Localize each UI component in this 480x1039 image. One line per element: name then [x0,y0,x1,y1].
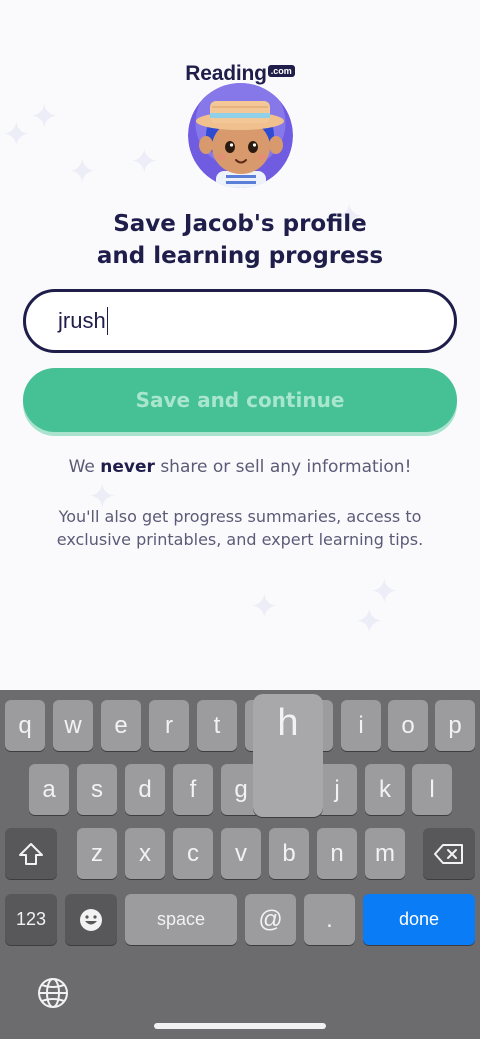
key-z[interactable]: z [77,828,117,879]
star-decoration-icon: ✦ [2,115,31,155]
child-avatar-icon [188,83,293,188]
key-j[interactable]: j [317,764,357,815]
page-title-line-2: and learning progress [96,243,384,269]
star-decoration-icon: ✦ [355,602,384,642]
username-input-value: jrush [58,308,106,333]
key-d[interactable]: d [125,764,165,815]
star-decoration-icon: ✦ [130,142,159,182]
period-key[interactable]: . [304,894,355,945]
key-t[interactable]: t [197,700,237,751]
globe-icon[interactable] [36,976,70,1010]
at-key[interactable]: @ [245,894,296,945]
username-input[interactable]: jrush [23,289,457,353]
benefits-text: You'll also get progress summaries, acce… [56,507,424,549]
page-title-line-1: Save Jacob's profile [113,211,367,237]
star-decoration-icon: ✦ [250,587,279,627]
key-l[interactable]: l [412,764,452,815]
key-a[interactable]: a [29,764,69,815]
key-q[interactable]: q [5,700,45,751]
backspace-icon [434,843,463,864]
key-i[interactable]: i [341,700,381,751]
key-m[interactable]: m [365,828,405,879]
key-w[interactable]: w [53,700,93,751]
key-c[interactable]: c [173,828,213,879]
key-v[interactable]: v [221,828,261,879]
privacy-note-prefix: We [68,457,101,477]
key-p[interactable]: p [435,700,475,751]
shift-arrow-icon [19,842,43,865]
star-decoration-icon: ✦ [68,152,97,192]
star-decoration-icon: ✦ [30,97,59,137]
key-h-pressed[interactable]: h [253,694,323,817]
key-k[interactable]: k [365,764,405,815]
key-e[interactable]: e [101,700,141,751]
save-and-continue-button[interactable]: Save and continue [23,368,457,432]
privacy-note: We never share or sell any information! [0,457,480,477]
logo-text: Reading [185,62,267,85]
backspace-key[interactable] [423,828,475,879]
key-x[interactable]: x [125,828,165,879]
emoji-icon [80,908,102,931]
signup-screen: ✦ ✦ ✦ ✦ ✦ ✦ ✦ ✦ ✦ ✦ Reading.com [0,0,480,690]
shift-key[interactable] [5,828,57,879]
home-indicator[interactable] [154,1023,326,1029]
logo-suffix: .com [267,65,295,77]
privacy-note-emphasis: never [100,457,155,477]
key-n[interactable]: n [317,828,357,879]
key-r[interactable]: r [149,700,189,751]
space-key[interactable]: space [125,894,237,945]
key-f[interactable]: f [173,764,213,815]
text-caret [106,307,109,335]
numbers-key[interactable]: 123 [5,894,57,945]
key-s[interactable]: s [77,764,117,815]
key-b[interactable]: b [269,828,309,879]
key-o[interactable]: o [388,700,428,751]
page-title: Save Jacob's profile and learning progre… [40,208,440,272]
done-key[interactable]: done [363,894,475,945]
emoji-key[interactable] [65,894,117,945]
privacy-note-suffix: share or sell any information! [154,457,412,477]
